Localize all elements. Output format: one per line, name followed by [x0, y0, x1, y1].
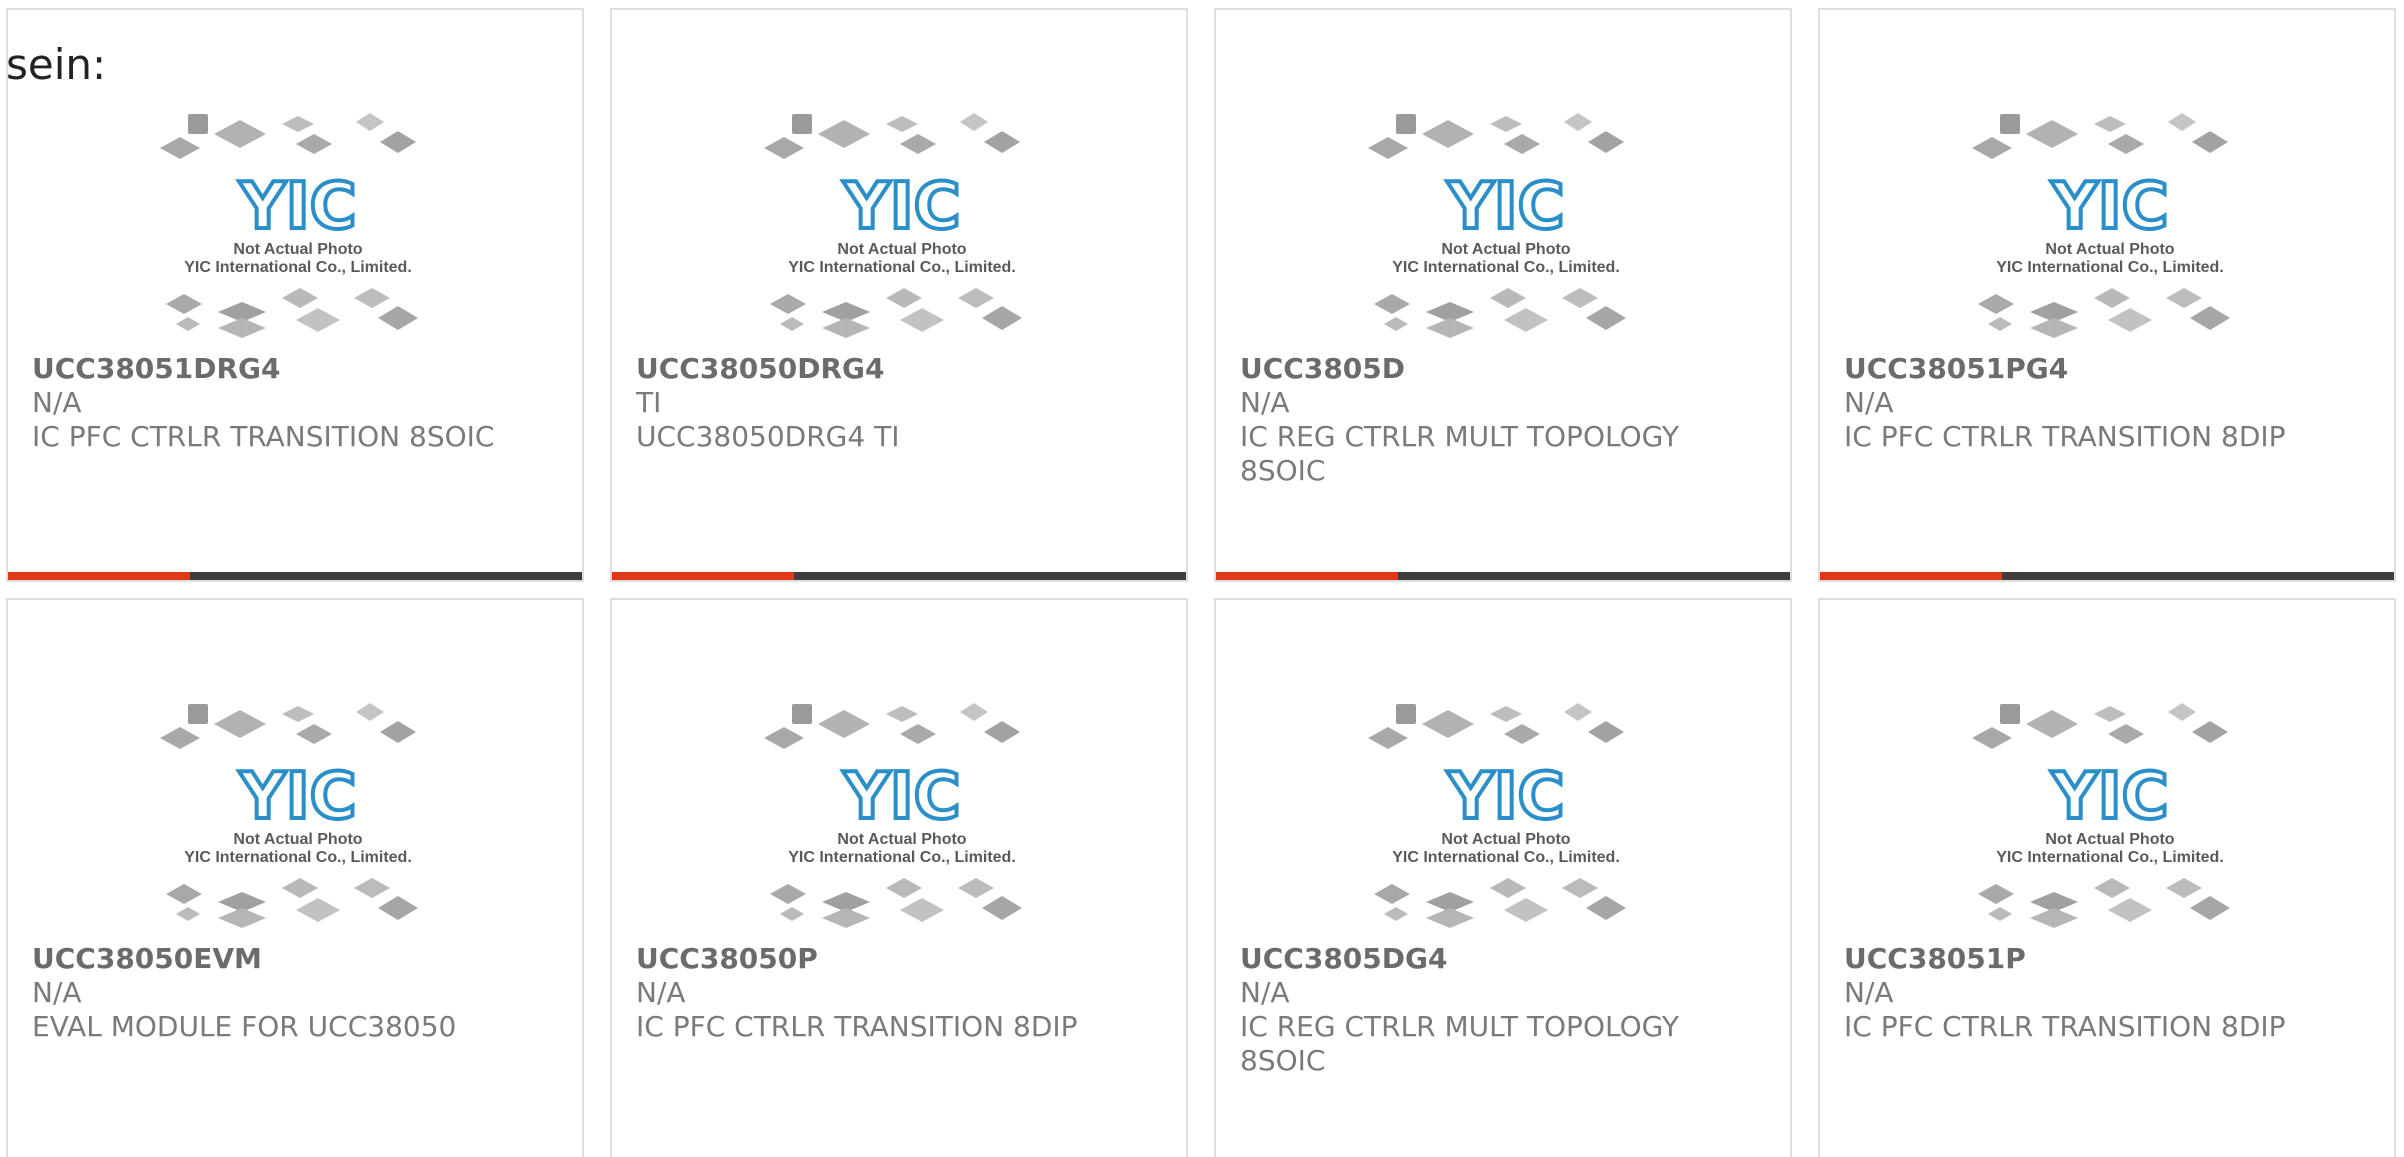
product-info: UCC3805D N/A IC REG CTRLR MULT TOPOLOGY … — [1240, 352, 1770, 488]
placeholder-graphic: YICNot Actual PhotoYIC International Co.… — [1368, 113, 1626, 338]
product-photo-placeholder[interactable]: YIC Not Actual Photo YIC International Co.… — [1366, 100, 1646, 346]
photo-caption-line1: Not Actual Photo — [1441, 241, 1570, 258]
product-description: IC PFC CTRLR TRANSITION 8DIP — [1844, 420, 2286, 453]
photo-caption-line2: YIC International Co., Limited. — [788, 259, 1016, 276]
card-accent-bar — [612, 572, 794, 580]
card-accent-bar — [1820, 572, 2002, 580]
placeholder-graphic: YICNot Actual PhotoYIC International Co.… — [1368, 703, 1626, 928]
photo-caption-line1: Not Actual Photo — [837, 831, 966, 848]
product-info: UCC38051P N/A IC PFC CTRLR TRANSITION 8D… — [1844, 942, 2374, 1044]
part-number[interactable]: UCC38050EVM — [32, 942, 562, 976]
product-card[interactable]: YIC Not Actual Photo YIC International Co.… — [610, 598, 1188, 1157]
card-bottom-bar — [612, 572, 1186, 580]
product-info: UCC3805DG4 N/A IC REG CTRLR MULT TOPOLOG… — [1240, 942, 1770, 1078]
product-card[interactable]: YIC Not Actual Photo YIC International Co.… — [610, 8, 1188, 582]
photo-caption-line1: Not Actual Photo — [233, 831, 362, 848]
card-accent-bar — [8, 572, 190, 580]
yic-logo: YIC — [238, 170, 356, 244]
photo-caption-line1: Not Actual Photo — [1441, 831, 1570, 848]
product-photo-placeholder[interactable]: YIC Not Actual Photo YIC International Co.… — [762, 100, 1042, 346]
product-photo-placeholder[interactable]: YIC Not Actual Photo YIC International Co.… — [1970, 690, 2250, 936]
yic-logo: YIC — [238, 760, 356, 834]
manufacturer: N/A — [1240, 976, 1290, 1009]
product-info: UCC38050DRG4 TI UCC38050DRG4 TI — [636, 352, 1166, 454]
part-number[interactable]: UCC38051P — [1844, 942, 2374, 976]
product-description: IC PFC CTRLR TRANSITION 8SOIC — [32, 420, 495, 453]
manufacturer: N/A — [636, 976, 686, 1009]
product-description: IC REG CTRLR MULT TOPOLOGY 8SOIC — [1240, 1010, 1680, 1077]
product-description: IC PFC CTRLR TRANSITION 8DIP — [636, 1010, 1078, 1043]
card-bottom-bar — [8, 572, 582, 580]
manufacturer: N/A — [32, 386, 82, 419]
card-bottom-bar — [1216, 572, 1790, 580]
product-info: UCC38050EVM N/A EVAL MODULE FOR UCC38050 — [32, 942, 562, 1044]
placeholder-graphic: YICNot Actual PhotoYIC International Co.… — [1972, 113, 2230, 338]
product-card[interactable]: YIC Not Actual Photo YIC International Co.… — [1818, 8, 2396, 582]
product-info: UCC38050P N/A IC PFC CTRLR TRANSITION 8D… — [636, 942, 1166, 1044]
part-number[interactable]: UCC3805D — [1240, 352, 1770, 386]
product-photo-placeholder[interactable]: YIC Not Actual Photo YIC International Co.… — [158, 690, 438, 936]
yic-logo: YIC — [1446, 760, 1564, 834]
yic-logo: YIC — [2050, 170, 2168, 244]
manufacturer: N/A — [1240, 386, 1290, 419]
yic-logo: YIC — [842, 170, 960, 244]
part-number[interactable]: UCC3805DG4 — [1240, 942, 1770, 976]
manufacturer: N/A — [1844, 386, 1894, 419]
part-number[interactable]: UCC38050DRG4 — [636, 352, 1166, 386]
photo-caption-line2: YIC International Co., Limited. — [184, 259, 412, 276]
part-number[interactable]: UCC38051DRG4 — [32, 352, 562, 386]
photo-caption-line1: Not Actual Photo — [837, 241, 966, 258]
product-description: UCC38050DRG4 TI — [636, 420, 900, 453]
photo-caption-line1: Not Actual Photo — [2045, 831, 2174, 848]
product-photo-placeholder[interactable]: YIC Not Actual Photo YIC International Co.… — [762, 690, 1042, 936]
manufacturer: N/A — [32, 976, 82, 1009]
photo-caption-line2: YIC International Co., Limited. — [1392, 849, 1620, 866]
placeholder-graphic: YICNot Actual PhotoYIC International Co.… — [160, 703, 418, 928]
part-number[interactable]: UCC38050P — [636, 942, 1166, 976]
product-description: IC PFC CTRLR TRANSITION 8DIP — [1844, 1010, 2286, 1043]
photo-caption-line1: Not Actual Photo — [2045, 241, 2174, 258]
placeholder-graphic: YICNot Actual PhotoYIC International Co.… — [160, 113, 418, 338]
product-card[interactable]: YIC Not Actual Photo YIC International Co.… — [1818, 598, 2396, 1157]
card-accent-bar — [1216, 572, 1398, 580]
photo-caption-line2: YIC International Co., Limited. — [1392, 259, 1620, 276]
product-info: UCC38051PG4 N/A IC PFC CTRLR TRANSITION … — [1844, 352, 2374, 454]
product-info: UCC38051DRG4 N/A IC PFC CTRLR TRANSITION… — [32, 352, 562, 454]
intro-text: sein: — [6, 40, 107, 89]
product-card[interactable]: YIC Not Actual Photo YIC International Co.… — [6, 8, 584, 582]
product-card[interactable]: YIC Not Actual Photo YIC International Co.… — [1214, 598, 1792, 1157]
placeholder-graphic: YICNot Actual PhotoYIC International Co.… — [764, 703, 1022, 928]
product-photo-placeholder[interactable]: YIC Not Actual Photo YIC International Co.… — [1366, 690, 1646, 936]
manufacturer: N/A — [1844, 976, 1894, 1009]
photo-caption-line2: YIC International Co., Limited. — [1996, 259, 2224, 276]
card-bottom-bar — [1820, 572, 2394, 580]
placeholder-graphic: YICNot Actual PhotoYIC International Co.… — [764, 113, 1022, 338]
photo-caption-line2: YIC International Co., Limited. — [184, 849, 412, 866]
product-card[interactable]: YIC Not Actual Photo YIC International Co.… — [6, 598, 584, 1157]
photo-caption-line1: Not Actual Photo — [233, 241, 362, 258]
manufacturer: TI — [636, 386, 662, 419]
yic-logo: YIC — [1446, 170, 1564, 244]
product-description: EVAL MODULE FOR UCC38050 — [32, 1010, 457, 1043]
product-grid: YIC Not Actual Photo YIC International Co.… — [0, 0, 2404, 1157]
placeholder-graphic: YICNot Actual PhotoYIC International Co.… — [1972, 703, 2230, 928]
photo-caption-line2: YIC International Co., Limited. — [788, 849, 1016, 866]
product-photo-placeholder[interactable]: YIC Not Actual Photo YIC International Co.… — [1970, 100, 2250, 346]
product-card[interactable]: YIC Not Actual Photo YIC International Co.… — [1214, 8, 1792, 582]
yic-logo: YIC — [2050, 760, 2168, 834]
part-number[interactable]: UCC38051PG4 — [1844, 352, 2374, 386]
product-description: IC REG CTRLR MULT TOPOLOGY 8SOIC — [1240, 420, 1680, 487]
product-photo-placeholder[interactable]: YIC Not Actual Photo YIC International Co.… — [158, 100, 438, 346]
photo-caption-line2: YIC International Co., Limited. — [1996, 849, 2224, 866]
yic-logo: YIC — [842, 760, 960, 834]
